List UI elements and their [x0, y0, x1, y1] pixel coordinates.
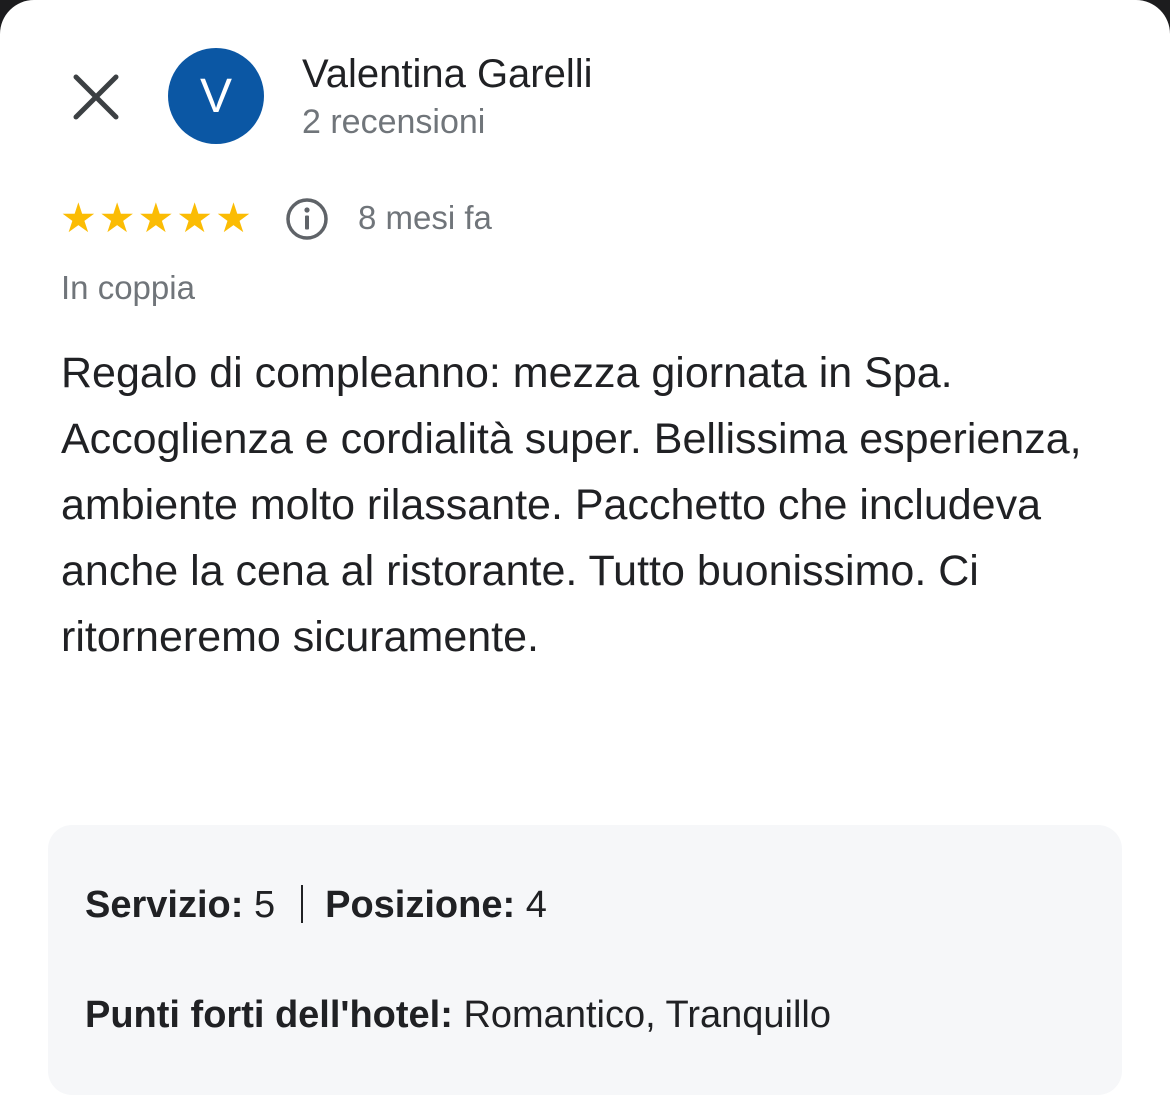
review-text: Regalo di compleanno: mezza giornata in … [61, 349, 1082, 661]
sub-ratings: Servizio: 5 Posizione: 4 [85, 880, 547, 930]
reviewer-name[interactable]: Valentina Garelli [302, 50, 593, 98]
close-icon[interactable] [70, 71, 122, 123]
location-label: Posizione: [325, 884, 516, 926]
divider [301, 885, 304, 923]
trip-type: In coppia [61, 269, 195, 306]
avatar-letter: V [199, 69, 232, 123]
star-icon: ★ [176, 195, 214, 241]
info-icon[interactable] [284, 196, 330, 242]
highlights-label: Punti forti dell'hotel: [85, 994, 453, 1036]
star-icon: ★ [60, 195, 97, 241]
star-rating: ★ ★ ★ ★ ★ [60, 196, 252, 240]
star-icon: ★ [98, 195, 136, 241]
service-value: 5 [253, 884, 276, 926]
location-value: 4 [525, 884, 547, 926]
star-icon: ★ [215, 195, 252, 241]
hotel-highlights: Punti forti dell'hotel: Romantico, Tranq… [85, 990, 831, 1040]
review-count[interactable]: 2 recensioni [302, 100, 485, 144]
avatar[interactable]: V [168, 48, 264, 144]
review-detail-sheet: V Valentina Garelli 2 recensioni ★ ★ ★ ★… [0, 0, 1170, 1111]
service-label: Servizio: [85, 884, 244, 926]
star-icon: ★ [137, 195, 175, 241]
highlights-value: Romantico, Tranquillo [463, 994, 831, 1036]
review-date: 8 mesi fa [358, 199, 492, 236]
ratings-box: Servizio: 5 Posizione: 4 Punti forti dell… [48, 825, 1122, 1095]
